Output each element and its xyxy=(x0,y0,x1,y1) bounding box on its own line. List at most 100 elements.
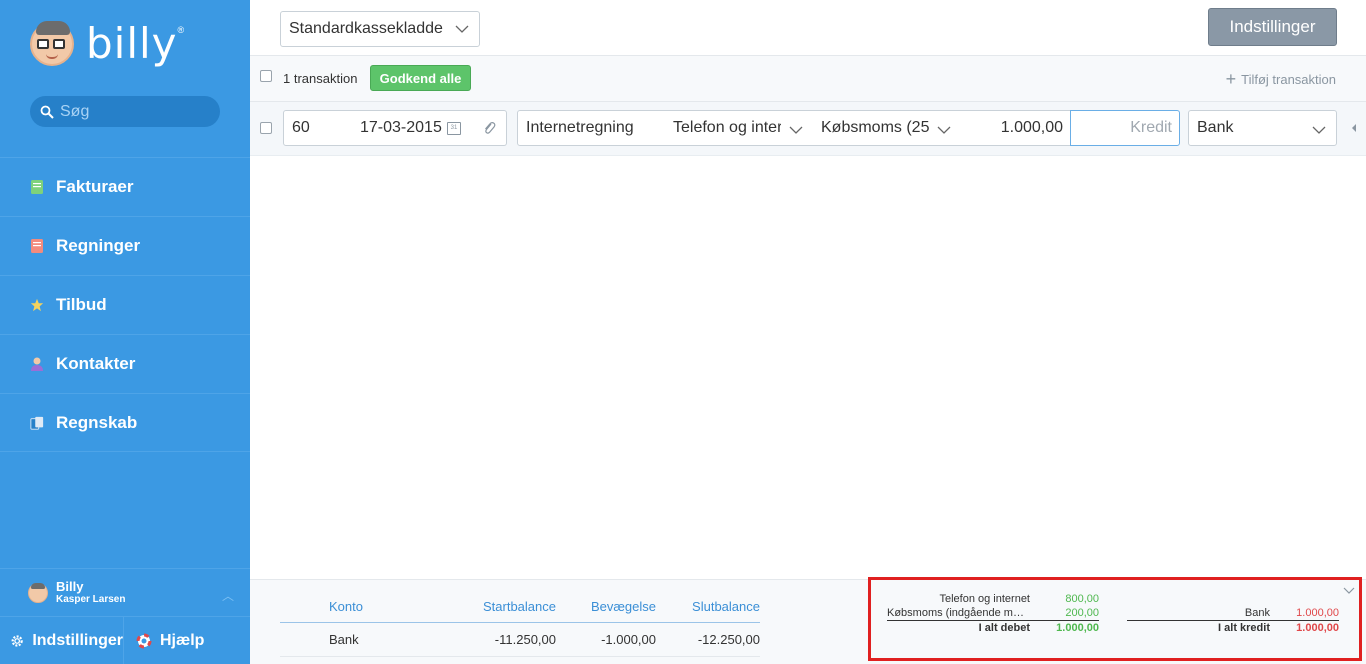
person-icon xyxy=(31,357,43,371)
search-icon xyxy=(40,105,54,119)
transactions-toolbar: 1 transaktion Godkend alle + Tilføj tran… xyxy=(250,56,1366,102)
sidebar-item-kontakter[interactable]: Kontakter xyxy=(0,334,250,393)
vat-value: Købsmoms (25%) xyxy=(821,119,929,136)
bank-select[interactable]: Bank xyxy=(1188,110,1337,146)
balance-table: Konto Startbalance Bevægelse Slutbalance… xyxy=(280,590,760,657)
summary-line: Bank 1.000,00 xyxy=(1127,606,1339,620)
sidebar-item-regninger[interactable]: Regninger xyxy=(0,216,250,275)
sidebar-footer: Indstillinger Hjælp xyxy=(0,616,250,664)
credit-total-label: I alt kredit xyxy=(1218,622,1270,634)
avatar xyxy=(28,582,48,603)
summary-value: 200,00 xyxy=(1065,607,1099,619)
account-select[interactable]: Telefon og internet xyxy=(665,110,814,146)
date-value: 17-03-2015 xyxy=(360,119,442,136)
sidebar-item-label: Regninger xyxy=(56,236,141,255)
transaction-count: 1 transaktion xyxy=(283,71,358,86)
sidebar-help-label: Hjælp xyxy=(160,632,205,649)
summary-label: Købsmoms (indgående moms) xyxy=(887,607,1030,619)
approve-all-button[interactable]: Godkend alle xyxy=(370,65,471,91)
credit-summary: Bank 1.000,00 I alt kredit 1.000,00 xyxy=(1127,592,1339,634)
summary-line: Købsmoms (indgående moms) 200,00 xyxy=(887,606,1099,620)
top-bar: Standardkassekladde Indstillinger xyxy=(250,0,1366,56)
summary-label: Telefon og internet xyxy=(939,593,1030,605)
sidebar-item-tilbud[interactable]: Tilbud xyxy=(0,275,250,334)
summary-line: Telefon og internet 800,00 xyxy=(887,592,1099,606)
plus-icon: + xyxy=(1225,69,1237,89)
sidebar-item-label: Tilbud xyxy=(56,295,107,314)
column-header: Startbalance xyxy=(483,598,556,614)
column-header: Slutbalance xyxy=(692,598,760,614)
sidebar-item-regnskab[interactable]: Regnskab xyxy=(0,393,250,452)
row-checkbox[interactable] xyxy=(260,122,272,134)
bank-value: Bank xyxy=(1197,119,1234,136)
chevron-down-icon xyxy=(789,126,803,134)
sidebar-help-button[interactable]: Hjælp xyxy=(124,617,204,664)
account-cell: Bank xyxy=(329,632,359,647)
sidebar-item-label: Regnskab xyxy=(56,412,138,432)
date-field[interactable]: 17-03-2015 31 xyxy=(352,110,472,146)
sidebar-settings-button[interactable]: Indstillinger xyxy=(0,617,124,664)
account-value: Telefon og internet xyxy=(673,119,781,136)
table-row: Bank -11.250,00 -1.000,00 -12.250,00 xyxy=(280,623,760,657)
logo[interactable]: billy ® xyxy=(30,19,185,68)
column-header: Bevægelse xyxy=(590,598,656,614)
movement-cell: -1.000,00 xyxy=(601,632,656,647)
billy-mascot-icon xyxy=(30,21,74,66)
ledger-icon xyxy=(30,416,44,430)
start-balance-cell: -11.250,00 xyxy=(494,632,556,647)
sidebar: billy ® Fakturaer Regninger Tilbud Konta… xyxy=(0,0,250,664)
summary-value: 1.000,00 xyxy=(1296,607,1339,619)
invoice-icon xyxy=(31,180,43,194)
settings-button[interactable]: Indstillinger xyxy=(1208,8,1337,46)
add-transaction-button[interactable]: + Tilføj transaktion xyxy=(1226,70,1336,88)
description-field[interactable]: Internetregning xyxy=(517,110,666,146)
chevron-down-icon xyxy=(455,25,469,33)
chevron-down-icon xyxy=(1312,126,1326,134)
user-menu[interactable]: Billy Kasper Larsen ︿ xyxy=(0,568,250,616)
sidebar-item-fakturaer[interactable]: Fakturaer xyxy=(0,157,250,216)
user-fullname: Kasper Larsen xyxy=(56,594,126,606)
add-transaction-label: Tilføj transaktion xyxy=(1241,71,1336,87)
credit-total-value: 1.000,00 xyxy=(1296,622,1339,634)
debit-credit-summary: Telefon og internet 800,00 Købsmoms (ind… xyxy=(868,577,1362,661)
select-all-checkbox[interactable] xyxy=(260,70,272,82)
debit-total-value: 1.000,00 xyxy=(1056,622,1099,634)
sidebar-nav: Fakturaer Regninger Tilbud Kontakter Reg… xyxy=(0,157,250,452)
transaction-row: 60 17-03-2015 31 Internetregning Telefon… xyxy=(250,102,1366,156)
chevron-up-icon[interactable]: ︿ xyxy=(222,587,234,604)
attachment-button[interactable] xyxy=(471,110,507,146)
column-header: Konto xyxy=(329,598,363,614)
summary-total-line: I alt kredit 1.000,00 xyxy=(1127,620,1339,634)
end-balance-cell: -12.250,00 xyxy=(697,632,760,647)
user-name: Billy xyxy=(56,578,84,594)
chevron-down-icon xyxy=(937,126,951,134)
sidebar-settings-label: Indstillinger xyxy=(32,632,123,649)
debit-summary: Telefon og internet 800,00 Købsmoms (ind… xyxy=(887,592,1099,634)
paperclip-icon xyxy=(484,121,495,134)
search-input[interactable] xyxy=(60,102,210,121)
voucher-number-field[interactable]: 60 xyxy=(283,110,353,146)
chevron-down-icon[interactable] xyxy=(1343,586,1355,596)
summary-value: 800,00 xyxy=(1065,593,1099,605)
debit-total-label: I alt debet xyxy=(978,622,1030,634)
sidebar-item-label: Fakturaer xyxy=(56,177,134,196)
lifebuoy-icon xyxy=(136,633,152,649)
calendar-icon[interactable]: 31 xyxy=(447,122,461,135)
sidebar-item-label: Kontakter xyxy=(56,354,136,373)
credit-field[interactable]: Kredit xyxy=(1070,110,1180,146)
balance-table-header: Konto Startbalance Bevægelse Slutbalance xyxy=(280,590,760,623)
summary-label: Bank xyxy=(1244,607,1270,619)
journal-select[interactable]: Standardkassekladde xyxy=(280,11,480,47)
summary-spacer-line xyxy=(1127,592,1339,606)
journal-select-value: Standardkassekladde xyxy=(289,20,443,37)
search-box[interactable] xyxy=(30,96,220,127)
bill-icon xyxy=(31,239,43,253)
collapse-caret-icon[interactable] xyxy=(1352,124,1356,132)
logo-registered-mark: ® xyxy=(177,25,185,35)
vat-select[interactable]: Købsmoms (25%) xyxy=(813,110,962,146)
debit-field[interactable]: 1.000,00 xyxy=(961,110,1071,146)
summary-total-line: I alt debet 1.000,00 xyxy=(887,620,1099,634)
gear-icon xyxy=(11,635,23,647)
logo-text: billy xyxy=(86,19,178,68)
star-icon xyxy=(30,298,44,312)
